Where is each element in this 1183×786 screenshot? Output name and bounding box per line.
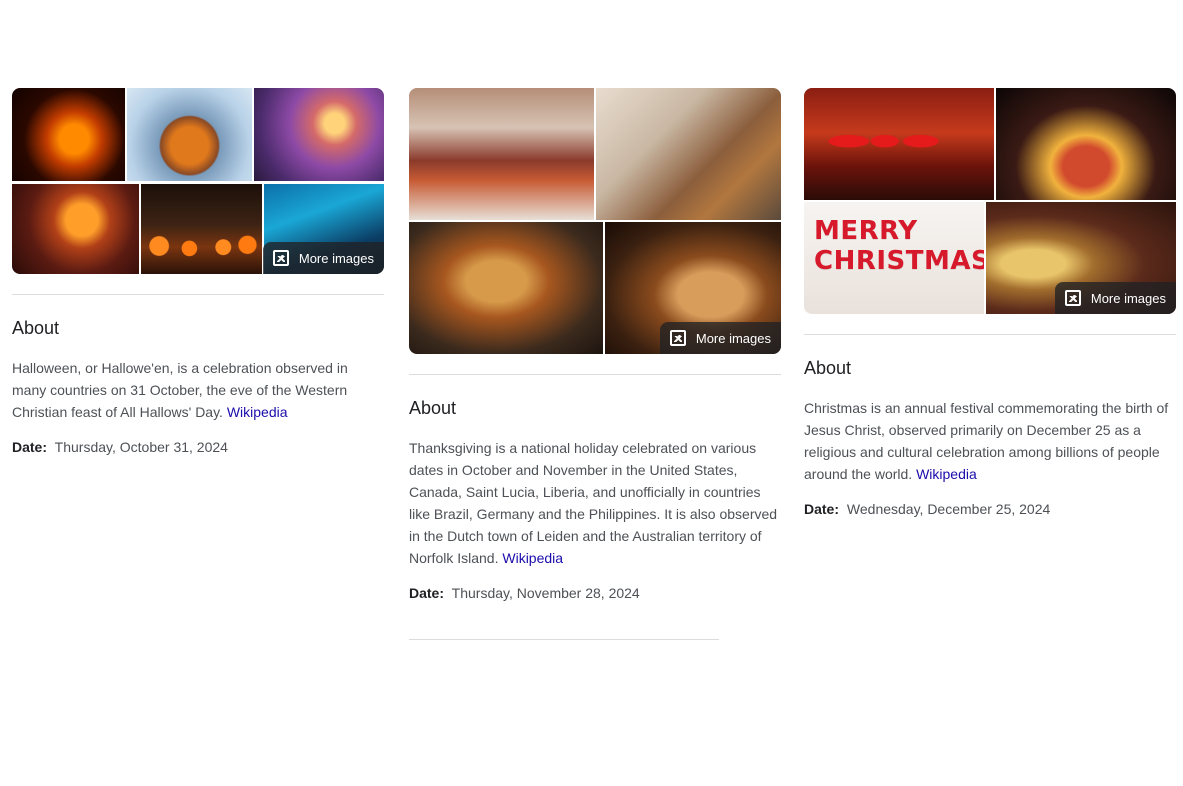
date-row: Date: Thursday, October 31, 2024 bbox=[12, 437, 384, 457]
image-icon bbox=[1064, 290, 1081, 306]
about-text: Halloween, or Hallowe'en, is a celebrati… bbox=[12, 360, 348, 420]
halloween-image-1[interactable] bbox=[12, 88, 125, 181]
halloween-image-collage[interactable]: More images bbox=[12, 88, 384, 274]
about-text: Christmas is an annual festival commemor… bbox=[804, 400, 1169, 482]
divider bbox=[409, 374, 781, 375]
halloween-image-2[interactable] bbox=[127, 88, 252, 181]
thanksgiving-image-1[interactable] bbox=[409, 88, 594, 220]
divider bbox=[12, 294, 384, 295]
about-heading: About bbox=[804, 358, 852, 378]
christmas-text: CHRISTMAS bbox=[814, 246, 984, 276]
date-value: Thursday, November 28, 2024 bbox=[451, 585, 640, 601]
more-images-button[interactable]: More images bbox=[1054, 282, 1176, 314]
halloween-image-3[interactable] bbox=[254, 88, 384, 181]
more-images-label: More images bbox=[1090, 290, 1166, 306]
christmas-image-collage[interactable]: MERRY CHRISTMAS More images bbox=[804, 88, 1176, 314]
wikipedia-link[interactable]: Wikipedia bbox=[502, 550, 563, 566]
date-label: Date: bbox=[12, 439, 48, 455]
thanksgiving-image-2[interactable] bbox=[596, 88, 781, 220]
image-icon bbox=[669, 330, 686, 346]
wikipedia-link[interactable]: Wikipedia bbox=[227, 404, 288, 420]
thanksgiving-image-3[interactable] bbox=[409, 222, 603, 354]
merry-text: MERRY bbox=[814, 216, 918, 246]
halloween-card: More images About Halloween, or Hallowe'… bbox=[12, 88, 384, 457]
date-value: Wednesday, December 25, 2024 bbox=[846, 501, 1051, 517]
image-icon bbox=[272, 250, 289, 266]
divider bbox=[804, 334, 1176, 335]
about-description: Halloween, or Hallowe'en, is a celebrati… bbox=[12, 357, 384, 423]
christmas-image-2[interactable] bbox=[996, 88, 1176, 200]
about-heading: About bbox=[12, 318, 60, 338]
merry-christmas-image-text: MERRY CHRISTMAS bbox=[814, 216, 984, 276]
wikipedia-link[interactable]: Wikipedia bbox=[916, 466, 977, 482]
date-row: Date: Thursday, November 28, 2024 bbox=[409, 583, 781, 603]
date-row: Date: Wednesday, December 25, 2024 bbox=[804, 499, 1176, 519]
more-images-button[interactable]: More images bbox=[262, 242, 384, 274]
thanksgiving-image-collage[interactable]: More images bbox=[409, 88, 781, 354]
halloween-image-5[interactable] bbox=[141, 184, 262, 274]
about-heading: About bbox=[409, 398, 457, 418]
more-images-label: More images bbox=[298, 250, 374, 266]
thanksgiving-card: More images About Thanksgiving is a nati… bbox=[409, 88, 781, 603]
about-description: Thanksgiving is a national holiday celeb… bbox=[409, 437, 781, 569]
date-label: Date: bbox=[409, 585, 445, 601]
date-value: Thursday, October 31, 2024 bbox=[54, 439, 228, 455]
more-images-label: More images bbox=[695, 330, 771, 346]
date-label: Date: bbox=[804, 501, 840, 517]
about-description: Christmas is an annual festival commemor… bbox=[804, 397, 1176, 485]
halloween-image-4[interactable] bbox=[12, 184, 139, 274]
about-text: Thanksgiving is a national holiday celeb… bbox=[409, 440, 778, 566]
more-images-button[interactable]: More images bbox=[659, 322, 781, 354]
christmas-image-3[interactable]: MERRY CHRISTMAS bbox=[804, 202, 984, 314]
christmas-image-1[interactable] bbox=[804, 88, 994, 200]
christmas-card: MERRY CHRISTMAS More images About Christ… bbox=[804, 88, 1176, 519]
bottom-divider bbox=[409, 639, 719, 640]
